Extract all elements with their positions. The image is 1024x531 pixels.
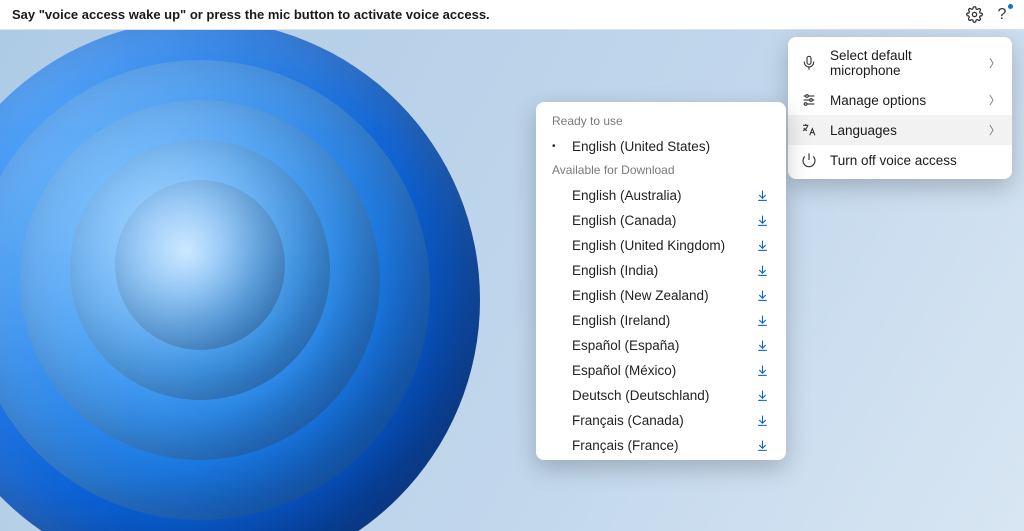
download-icon[interactable]	[754, 214, 770, 227]
language-name: Français (France)	[572, 438, 754, 453]
sliders-icon	[800, 92, 818, 108]
menu-item-manage-options[interactable]: Manage options 〉	[788, 85, 1012, 115]
language-name: English (India)	[572, 263, 754, 278]
download-icon[interactable]	[754, 414, 770, 427]
language-row[interactable]: English (India)	[536, 258, 786, 283]
language-row[interactable]: English (Australia)	[536, 183, 786, 208]
download-icon[interactable]	[754, 364, 770, 377]
active-indicator-icon: •	[552, 141, 572, 152]
download-icon[interactable]	[754, 339, 770, 352]
language-row[interactable]: English (Canada)	[536, 208, 786, 233]
download-icon[interactable]	[754, 389, 770, 402]
voice-access-bar: Say "voice access wake up" or press the …	[0, 0, 1024, 30]
download-icon[interactable]	[754, 439, 770, 452]
language-name: English (New Zealand)	[572, 288, 754, 303]
menu-item-turn-off-voice-access[interactable]: Turn off voice access	[788, 145, 1012, 175]
language-row[interactable]: •English (United States)	[536, 134, 786, 159]
chevron-right-icon: 〉	[989, 55, 1000, 71]
settings-button[interactable]	[960, 1, 988, 29]
language-name: Español (España)	[572, 338, 754, 353]
languages-submenu: Ready to use •English (United States) Av…	[536, 102, 786, 460]
language-name: English (Australia)	[572, 188, 754, 203]
notification-dot-icon	[1008, 4, 1013, 9]
language-name: English (United States)	[572, 139, 770, 154]
language-name: English (Canada)	[572, 213, 754, 228]
download-icon[interactable]	[754, 314, 770, 327]
chevron-right-icon: 〉	[989, 122, 1000, 138]
help-icon: ?	[998, 6, 1007, 24]
language-name: English (United Kingdom)	[572, 238, 754, 253]
menu-item-label: Manage options	[830, 93, 977, 108]
download-icon[interactable]	[754, 239, 770, 252]
voice-access-message: Say "voice access wake up" or press the …	[12, 7, 960, 22]
menu-item-select-default-microphone[interactable]: Select default microphone 〉	[788, 41, 1012, 85]
menu-item-label: Languages	[830, 123, 977, 138]
available-group-label: Available for Download	[536, 159, 786, 183]
language-icon	[800, 122, 818, 138]
gear-icon	[966, 6, 983, 23]
menu-item-languages[interactable]: Languages 〉	[788, 115, 1012, 145]
menu-item-label: Turn off voice access	[830, 153, 1000, 168]
language-row[interactable]: English (Ireland)	[536, 308, 786, 333]
mic-icon	[800, 55, 818, 71]
language-name: English (Ireland)	[572, 313, 754, 328]
language-name: Français (Canada)	[572, 413, 754, 428]
language-row[interactable]: Español (España)	[536, 333, 786, 358]
language-row[interactable]: English (New Zealand)	[536, 283, 786, 308]
language-row[interactable]: English (United Kingdom)	[536, 233, 786, 258]
download-icon[interactable]	[754, 289, 770, 302]
language-row[interactable]: Deutsch (Deutschland)	[536, 383, 786, 408]
download-icon[interactable]	[754, 189, 770, 202]
settings-menu: Select default microphone〉Manage options…	[788, 37, 1012, 179]
language-row[interactable]: Français (France)	[536, 433, 786, 458]
language-name: Español (México)	[572, 363, 754, 378]
menu-item-label: Select default microphone	[830, 48, 977, 78]
power-icon	[800, 152, 818, 168]
language-row[interactable]: Français (Canada)	[536, 408, 786, 433]
help-button[interactable]: ?	[988, 1, 1016, 29]
language-name: Deutsch (Deutschland)	[572, 388, 754, 403]
ready-group-label: Ready to use	[536, 110, 786, 134]
language-row[interactable]: Español (México)	[536, 358, 786, 383]
chevron-right-icon: 〉	[989, 92, 1000, 108]
download-icon[interactable]	[754, 264, 770, 277]
